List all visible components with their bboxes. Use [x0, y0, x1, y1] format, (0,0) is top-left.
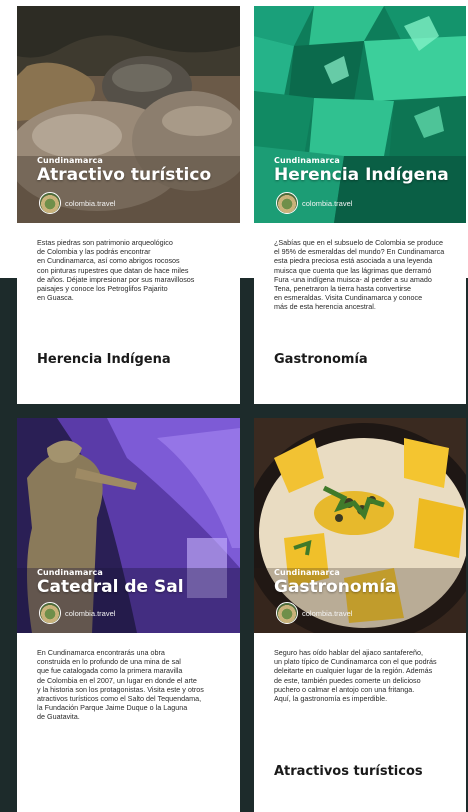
- brand-name: colombia.travel: [65, 608, 116, 618]
- colombia-travel-logo-icon: [39, 192, 61, 214]
- card-description: ¿Sabías que en el subsuelo de Colombia s…: [274, 238, 445, 312]
- post-card-atractivo-turistico[interactable]: Cundinamarca Atractivo turístico colombi…: [17, 6, 240, 404]
- next-topic-heading[interactable]: Herencia Indígena: [37, 352, 171, 367]
- card-photo-salt-cathedral: [17, 418, 240, 633]
- post-card-herencia-indigena[interactable]: Cundinamarca Herencia Indígena colombia.…: [254, 6, 466, 404]
- region-label: Cundinamarca: [37, 156, 103, 165]
- card-title: Catedral de Sal: [37, 577, 184, 597]
- photo-caption: Cundinamarca Catedral de Sal: [37, 568, 184, 597]
- region-label: Cundinamarca: [274, 568, 340, 577]
- background-middle-gap: [240, 278, 254, 812]
- background-left-strip: [0, 278, 17, 812]
- background-row-gap: [0, 404, 468, 418]
- photo-caption: Cundinamarca Gastronomía: [274, 568, 397, 597]
- brand-name: colombia.travel: [302, 198, 353, 208]
- card-photo-rocks: [17, 6, 240, 223]
- photo-caption: Cundinamarca Atractivo turístico: [37, 156, 211, 185]
- brand-badge[interactable]: colombia.travel: [276, 602, 352, 624]
- brand-badge[interactable]: colombia.travel: [39, 192, 115, 214]
- card-description: Estas piedras son patrimonio arqueológic…: [37, 238, 195, 303]
- colombia-travel-logo-icon: [39, 602, 61, 624]
- card-description: En Cundinamarca encontrarás una obra con…: [37, 648, 204, 722]
- brand-name: colombia.travel: [302, 608, 353, 618]
- card-title: Atractivo turístico: [37, 165, 212, 185]
- photo-caption: Cundinamarca Herencia Indígena: [274, 156, 449, 185]
- brand-badge[interactable]: colombia.travel: [276, 192, 352, 214]
- card-title: Gastronomía: [274, 577, 397, 597]
- region-label: Cundinamarca: [274, 156, 340, 165]
- next-topic-heading[interactable]: Atractivos turísticos: [274, 764, 423, 779]
- card-description: Seguro has oído hablar del ajiaco santaf…: [274, 648, 437, 704]
- card-photo-emeralds: [254, 6, 466, 223]
- post-card-catedral-de-sal[interactable]: Cundinamarca Catedral de Sal colombia.tr…: [17, 418, 240, 812]
- region-label: Cundinamarca: [37, 568, 103, 577]
- colombia-travel-logo-icon: [276, 602, 298, 624]
- card-title: Herencia Indígena: [274, 165, 449, 185]
- post-card-gastronomia[interactable]: Cundinamarca Gastronomía colombia.travel…: [254, 418, 466, 812]
- colombia-travel-logo-icon: [276, 192, 298, 214]
- brand-badge[interactable]: colombia.travel: [39, 602, 115, 624]
- card-photo-ajiaco: [254, 418, 466, 633]
- next-topic-heading[interactable]: Gastronomía: [274, 352, 368, 367]
- brand-name: colombia.travel: [65, 198, 116, 208]
